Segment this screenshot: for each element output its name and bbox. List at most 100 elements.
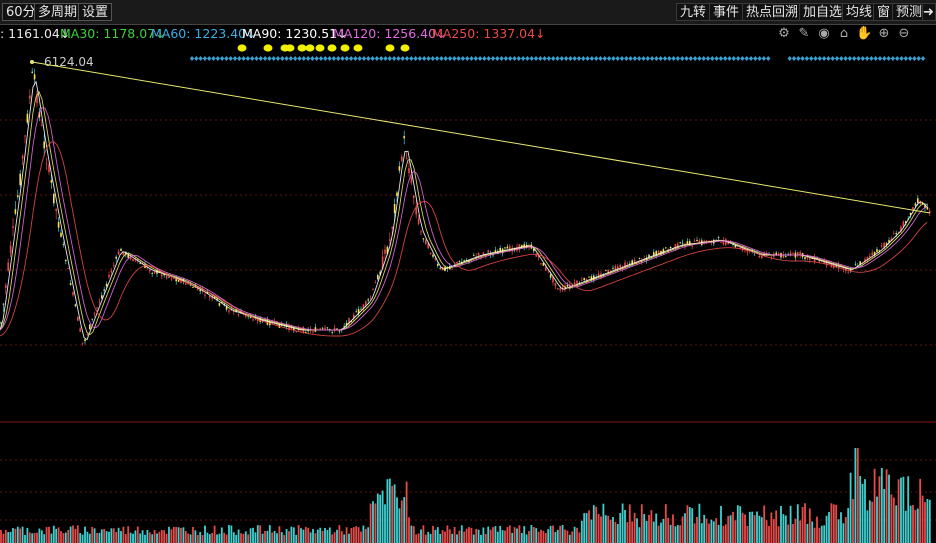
candle-body [494, 250, 497, 252]
volume-bar [40, 530, 43, 543]
volume-bar [667, 517, 670, 543]
signal-marker [357, 56, 362, 61]
candle-body [487, 250, 489, 253]
volume-bar [156, 533, 158, 543]
signal-marker [576, 56, 582, 61]
event-marker [385, 44, 395, 52]
signal-marker [422, 56, 427, 61]
candle-body [14, 209, 17, 214]
candle-body [149, 269, 151, 272]
volume-bar [808, 508, 811, 543]
volume-bar [876, 496, 878, 543]
volume-bar [528, 531, 530, 543]
candle-body [89, 324, 91, 330]
signal-marker [499, 56, 504, 61]
volume-bar [134, 530, 137, 543]
candle-body [588, 276, 590, 278]
volume-bar [55, 528, 58, 543]
volume-bar [856, 448, 859, 543]
volume-bar [751, 511, 754, 543]
signal-marker [619, 56, 625, 61]
volume-bar [112, 528, 115, 543]
volume-bar [792, 523, 794, 543]
volume-bar [429, 533, 432, 543]
candle-body [566, 285, 569, 287]
signal-marker [529, 56, 534, 61]
signal-marker [525, 56, 530, 61]
volume-bar [237, 529, 240, 543]
volume-bar [748, 511, 751, 543]
candle-body [24, 135, 26, 137]
volume-bar [892, 497, 895, 543]
signal-marker [426, 56, 431, 61]
volume-bar [372, 501, 374, 543]
signal-marker [546, 56, 552, 61]
volume-bar [348, 533, 350, 543]
volume-bar [520, 532, 523, 543]
volume-bar [840, 512, 842, 543]
signal-marker [748, 56, 754, 61]
volume-bar [595, 506, 598, 543]
candle-body [456, 261, 458, 264]
volume-bar [146, 530, 149, 543]
volume-bar [588, 510, 590, 543]
signal-marker [632, 56, 638, 61]
volume-bar [715, 518, 718, 543]
volume-bar [638, 527, 641, 543]
candle-body [417, 218, 420, 224]
volume-bar [283, 534, 286, 543]
volume-bar [777, 526, 780, 543]
candle-body [761, 255, 763, 258]
signal-marker [344, 56, 349, 61]
signal-marker [262, 56, 268, 61]
candle-body [139, 263, 141, 265]
candle-body [396, 192, 398, 197]
volume-bar [597, 514, 600, 543]
candle-body [295, 331, 297, 333]
candle-body [458, 261, 461, 262]
signal-marker [237, 56, 242, 61]
volume-bar [105, 531, 108, 543]
volume-bar [655, 513, 658, 543]
volume-bar [888, 474, 890, 543]
signal-marker [318, 56, 324, 61]
kline-chart[interactable] [0, 0, 936, 543]
volume-bar [338, 525, 341, 543]
signal-marker [434, 56, 440, 61]
volume-bar [216, 534, 218, 543]
signal-marker [602, 56, 607, 61]
volume-bar [804, 503, 806, 543]
volume-bar [703, 514, 706, 543]
volume-bar [592, 505, 595, 543]
candle-body [576, 280, 578, 284]
candle-body [312, 331, 314, 333]
volume-bar [172, 526, 175, 543]
signal-marker [404, 56, 410, 61]
signal-marker [684, 56, 689, 61]
volume-bar [115, 531, 118, 543]
signal-marker [275, 56, 281, 61]
volume-bar [350, 527, 353, 543]
volume-bar [396, 497, 398, 543]
candle-body [218, 303, 221, 306]
candle-body [151, 273, 153, 274]
candle-body [79, 328, 81, 332]
volume-bar [225, 534, 228, 543]
volume-bar [36, 532, 38, 543]
volume-bar [768, 526, 770, 543]
volume-bar [535, 528, 538, 543]
volume-bar [674, 526, 677, 543]
volume-bar [249, 528, 252, 543]
volume-bar [506, 527, 509, 543]
volume-bar [252, 527, 254, 543]
volume-bar [895, 505, 898, 543]
volume-bar [470, 527, 473, 543]
signal-marker [680, 56, 685, 61]
signal-marker [241, 56, 246, 61]
event-marker [285, 44, 295, 52]
signal-marker [705, 56, 711, 61]
volume-bar [904, 510, 907, 543]
volume-bar [664, 504, 667, 543]
volume-bar [487, 526, 490, 543]
candle-body [0, 322, 2, 324]
